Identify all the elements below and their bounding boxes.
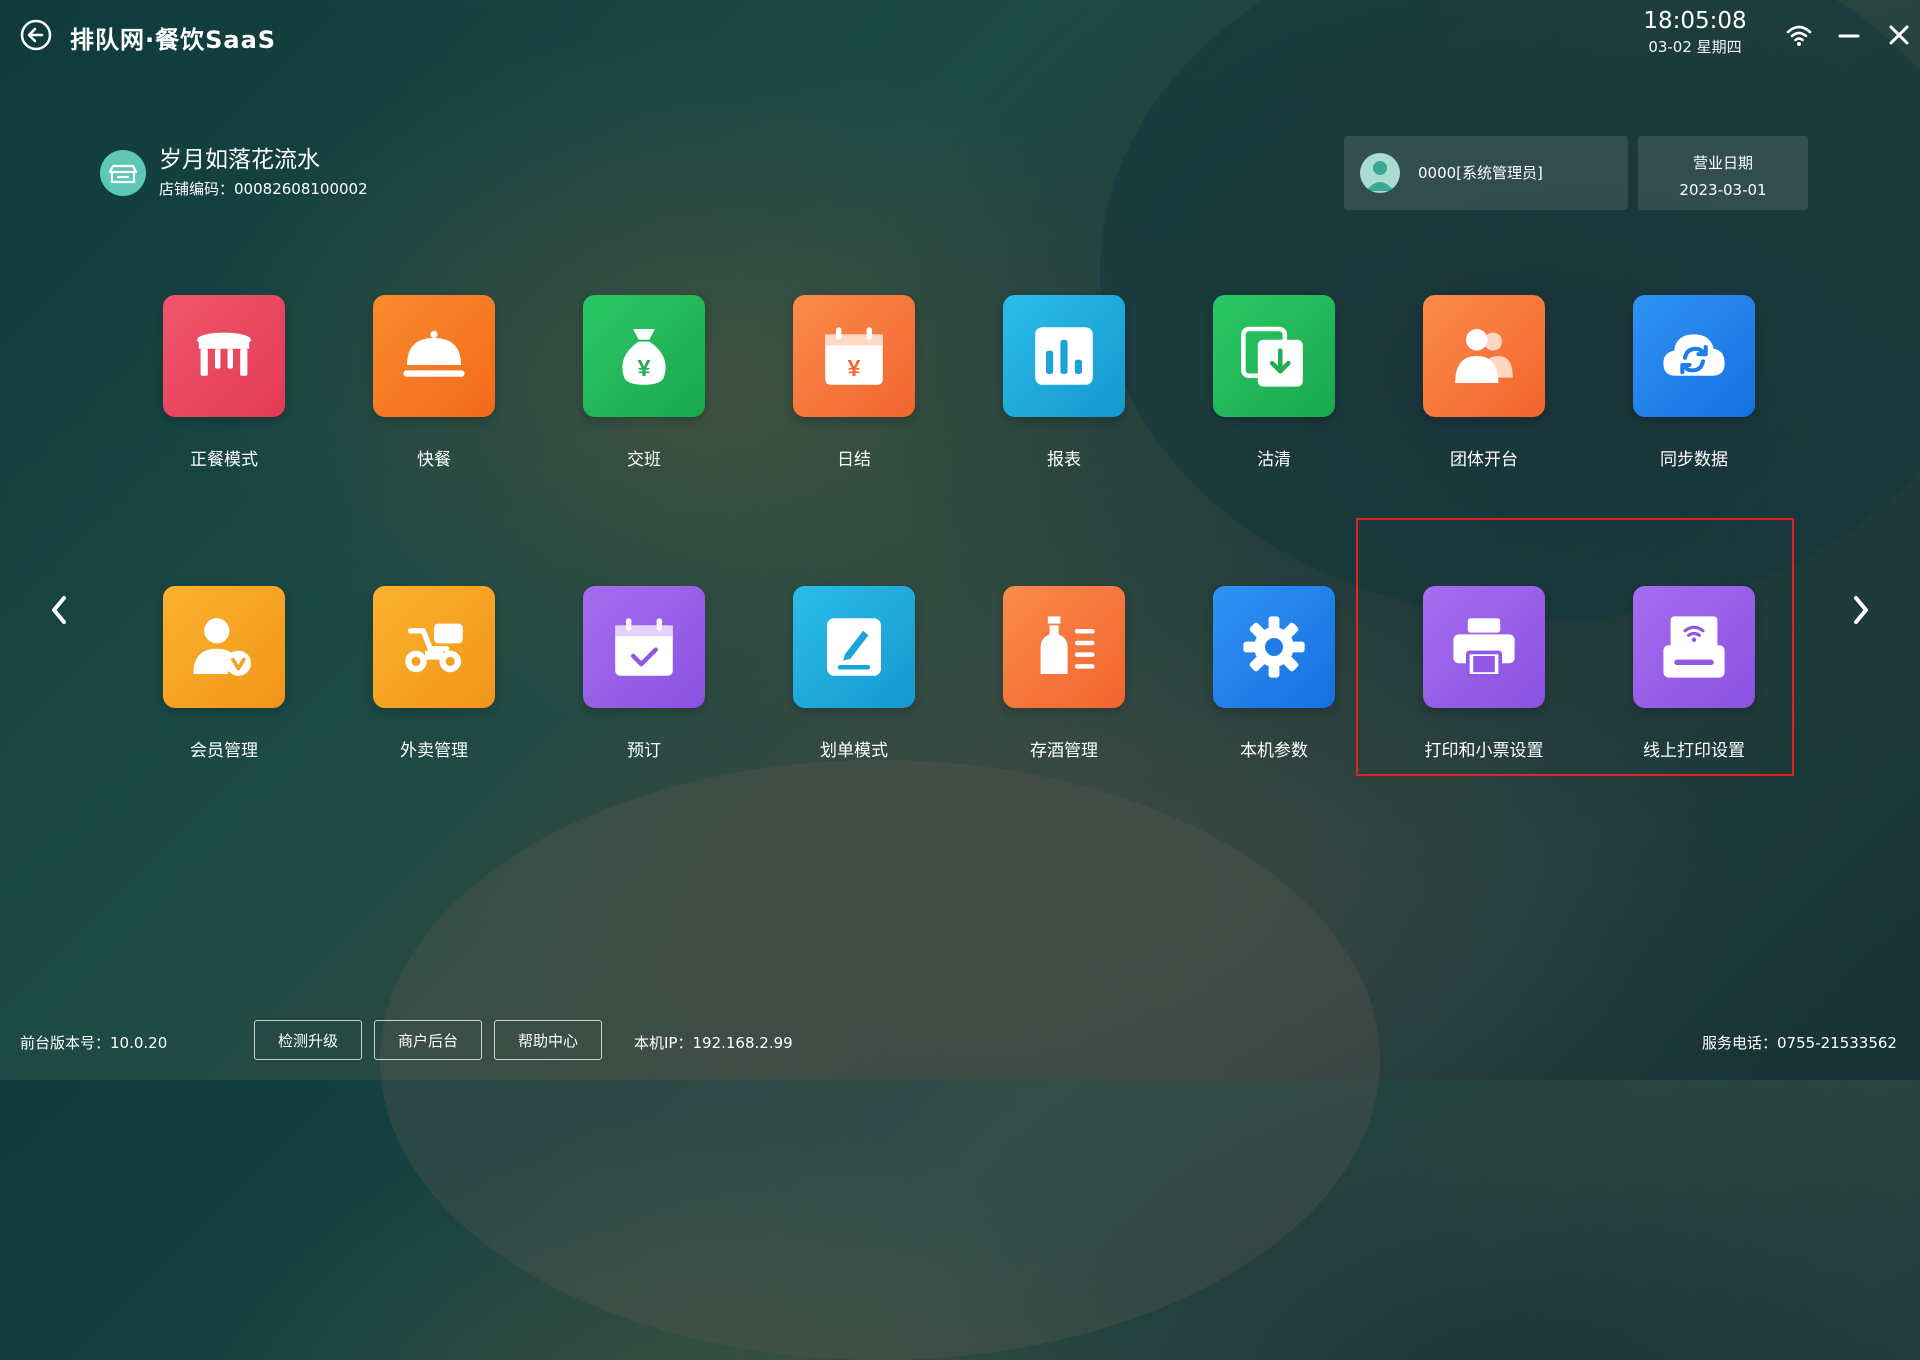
prev-page-chevron-left-icon[interactable]	[44, 588, 74, 632]
tile-label: 沽清	[1257, 450, 1291, 470]
tile-label: 正餐模式	[190, 450, 258, 470]
local-ip: 本机IP：192.168.2.99	[634, 1034, 793, 1052]
tile-label: 外卖管理	[400, 741, 468, 761]
tile-reservation[interactable]: 预订	[564, 586, 724, 761]
calendar-check-icon	[583, 586, 705, 708]
back-arrow-icon[interactable]	[20, 19, 52, 51]
brand-title: 排队网·餐饮SaaS	[70, 26, 277, 54]
tile-label: 快餐	[417, 450, 451, 470]
tile-member-management[interactable]: 会员管理	[144, 586, 304, 761]
tile-label: 存酒管理	[1030, 741, 1098, 761]
svg-text:¥: ¥	[637, 355, 650, 381]
wifi-icon	[1785, 21, 1813, 49]
tile-group-open-table[interactable]: 团体开台	[1404, 295, 1564, 470]
group-users-icon	[1423, 295, 1545, 417]
minimize-icon[interactable]	[1835, 21, 1863, 49]
footer: 前台版本号：10.0.20 检测升级 商户后台 帮助中心 本机IP：192.16…	[0, 1020, 1920, 1064]
delivery-scooter-icon	[373, 586, 495, 708]
version-info: 前台版本号：10.0.20	[20, 1034, 168, 1052]
tile-fast-food[interactable]: 快餐	[354, 295, 514, 470]
tile-wine-storage[interactable]: 存酒管理	[984, 586, 1144, 761]
bar-chart-icon	[1003, 295, 1125, 417]
cloud-sync-icon	[1633, 295, 1755, 417]
tile-delivery-management[interactable]: 外卖管理	[354, 586, 514, 761]
tile-label: 交班	[627, 450, 661, 470]
tile-label: 同步数据	[1660, 450, 1728, 470]
tile-label: 划单模式	[820, 741, 888, 761]
money-bag-icon: ¥	[583, 295, 705, 417]
tile-shift-handover[interactable]: ¥ 交班	[564, 295, 724, 470]
calendar-yen-icon: ¥	[793, 295, 915, 417]
svg-text:¥: ¥	[847, 355, 860, 381]
tile-daily-settlement[interactable]: ¥ 日结	[774, 295, 934, 470]
business-date-label: 营业日期	[1692, 154, 1753, 172]
help-center-button[interactable]: 帮助中心	[494, 1020, 602, 1060]
tile-label: 会员管理	[190, 741, 258, 761]
next-page-chevron-right-icon[interactable]	[1846, 588, 1876, 632]
user-name: 0000[系统管理员]	[1418, 164, 1543, 182]
highlight-frame	[1356, 518, 1794, 776]
tile-label: 团体开台	[1450, 450, 1518, 470]
table-icon	[163, 295, 285, 417]
tile-label: 报表	[1047, 450, 1081, 470]
store-name: 岁月如落花流水	[159, 147, 320, 173]
clock-date: 03-02 星期四	[1648, 38, 1742, 56]
tile-dine-in-mode[interactable]: 正餐模式	[144, 295, 304, 470]
top-bar: 排队网·餐饮SaaS 18:05:08 03-02 星期四	[0, 0, 1920, 72]
tile-label: 日结	[837, 450, 871, 470]
check-upgrade-button[interactable]: 检测升级	[254, 1020, 362, 1060]
store-icon	[100, 150, 146, 196]
tile-reports[interactable]: 报表	[984, 295, 1144, 470]
user-box[interactable]: 0000[系统管理员]	[1344, 136, 1628, 210]
store-code: 店铺编码：00082608100002	[159, 180, 368, 198]
clear-stock-icon	[1213, 295, 1335, 417]
clock: 18:05:08 03-02 星期四	[1620, 8, 1770, 57]
clock-time: 18:05:08	[1643, 8, 1747, 34]
business-date-box: 营业日期 2023-03-01	[1638, 136, 1808, 210]
edit-doc-icon	[793, 586, 915, 708]
merchant-backend-button[interactable]: 商户后台	[374, 1020, 482, 1060]
wine-bottle-icon	[1003, 586, 1125, 708]
tile-label: 本机参数	[1240, 741, 1308, 761]
business-date-value: 2023-03-01	[1679, 181, 1767, 199]
tile-order-crossing-mode[interactable]: 划单模式	[774, 586, 934, 761]
tile-local-parameters[interactable]: 本机参数	[1194, 586, 1354, 761]
service-phone: 服务电话：0755-21533562	[1702, 1034, 1897, 1052]
gear-icon	[1213, 586, 1335, 708]
avatar	[1360, 153, 1400, 193]
food-cloche-icon	[373, 295, 495, 417]
close-icon[interactable]	[1885, 21, 1913, 49]
tile-sold-out[interactable]: 沽清	[1194, 295, 1354, 470]
member-icon	[163, 586, 285, 708]
window-controls	[1785, 20, 1913, 50]
tile-label: 预订	[627, 741, 661, 761]
tile-sync-data[interactable]: 同步数据	[1614, 295, 1774, 470]
